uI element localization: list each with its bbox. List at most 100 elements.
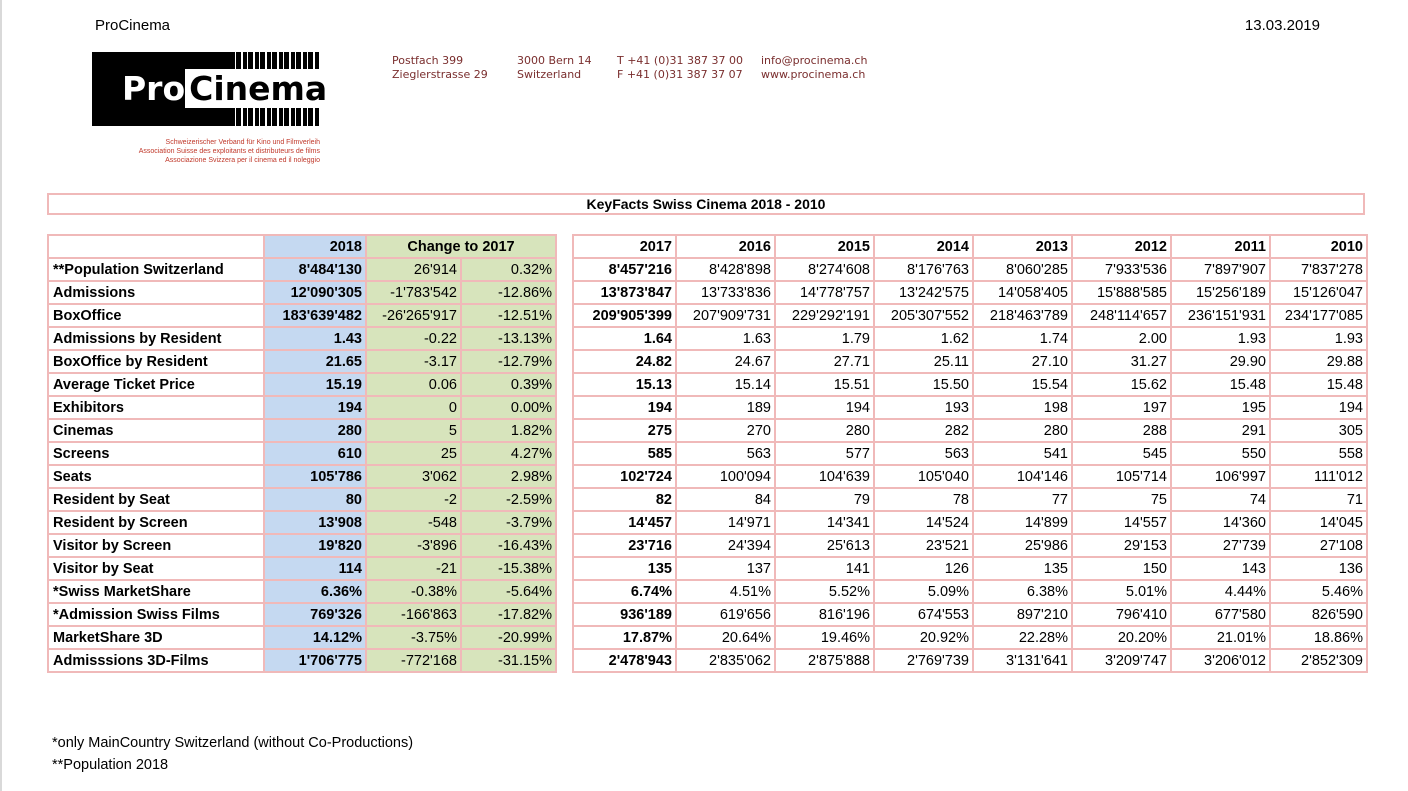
value-year: 1.74 (972, 326, 1073, 351)
value-year: 619'656 (675, 602, 776, 627)
value-2018: 610 (263, 441, 367, 466)
change-absolute: -26'265'917 (365, 303, 462, 328)
value-year: 207'909'731 (675, 303, 776, 328)
value-2018: 19'820 (263, 533, 367, 558)
value-2018: 769'326 (263, 602, 367, 627)
row-label: Resident by Seat (47, 487, 265, 512)
table-row: 14'457 14'971 14'341 14'524 14'899 14'557 14'3… (572, 510, 1368, 535)
table-row: 1.64 1.63 1.79 1.62 1.74 2.00 1.93 1.93 (572, 326, 1368, 351)
value-year: 136 (1269, 556, 1368, 581)
value-year: 20.92% (873, 625, 974, 650)
row-label: Average Ticket Price (47, 372, 265, 397)
page-edge (0, 0, 2, 791)
value-2018: 114 (263, 556, 367, 581)
row-label: BoxOffice (47, 303, 265, 328)
value-year: 305 (1269, 418, 1368, 443)
table-row: Average Ticket Price 15.19 0.06 0.39% (47, 372, 557, 397)
table-row: 209'905'399 207'909'731 229'292'191 205'307… (572, 303, 1368, 328)
value-year: 291 (1170, 418, 1271, 443)
value-year: 25.11 (873, 349, 974, 374)
row-label: *Admission Swiss Films (47, 602, 265, 627)
header-label-cell (47, 234, 265, 259)
table-row: Visitor by Screen 19'820 -3'896 -16.43% (47, 533, 557, 558)
value-year: 126 (873, 556, 974, 581)
value-year: 197 (1071, 395, 1172, 420)
table-row: 102'724 100'094 104'639 105'040 104'146 105'7… (572, 464, 1368, 489)
table-row: 13'873'847 13'733'836 14'778'757 13'242'575… (572, 280, 1368, 305)
change-absolute: -3.17 (365, 349, 462, 374)
table-row: 194 189 194 193 198 197 195 194 (572, 395, 1368, 420)
value-year: 8'457'216 (572, 257, 677, 282)
value-year: 20.20% (1071, 625, 1172, 650)
table-row: 82 84 79 78 77 75 74 71 (572, 487, 1368, 512)
address-city: 3000 Bern 14 Switzerland (517, 54, 592, 81)
value-year: 27.71 (774, 349, 875, 374)
change-absolute: -3'896 (365, 533, 462, 558)
table-row: 2'478'943 2'835'062 2'875'888 2'769'739 3'13… (572, 648, 1368, 673)
change-percent: -20.99% (460, 625, 557, 650)
value-year: 22.28% (972, 625, 1073, 650)
value-2018: 13'908 (263, 510, 367, 535)
value-year: 135 (572, 556, 677, 581)
value-year: 104'639 (774, 464, 875, 489)
value-year: 2'835'062 (675, 648, 776, 673)
change-percent: 0.00% (460, 395, 557, 420)
change-absolute: -772'168 (365, 648, 462, 673)
table-row: 15.13 15.14 15.51 15.50 15.54 15.62 15.48 15.48 (572, 372, 1368, 397)
value-year: 15.48 (1269, 372, 1368, 397)
value-year: 29'153 (1071, 533, 1172, 558)
table-row: 585 563 577 563 541 545 550 558 (572, 441, 1368, 466)
value-year: 282 (873, 418, 974, 443)
value-2018: 14.12% (263, 625, 367, 650)
value-year: 5.52% (774, 579, 875, 604)
header-year: 2015 (774, 234, 875, 259)
value-year: 275 (572, 418, 677, 443)
value-year: 5.01% (1071, 579, 1172, 604)
value-year: 3'209'747 (1071, 648, 1172, 673)
value-year: 577 (774, 441, 875, 466)
table-row: Exhibitors 194 0 0.00% (47, 395, 557, 420)
value-year: 936'189 (572, 602, 677, 627)
footnote-population: **Population 2018 (52, 757, 169, 773)
value-year: 1.62 (873, 326, 974, 351)
table-row: Admissions by Resident 1.43 -0.22 -13.13% (47, 326, 557, 351)
value-year: 195 (1170, 395, 1271, 420)
value-year: 209'905'399 (572, 303, 677, 328)
value-2018: 183'639'482 (263, 303, 367, 328)
header-year: 2013 (972, 234, 1073, 259)
address-web: info@procinema.ch www.procinema.ch (761, 54, 868, 81)
header-change: Change to 2017 (365, 234, 557, 259)
value-year: 2'769'739 (873, 648, 974, 673)
table-row: *Swiss MarketShare 6.36% -0.38% -5.64% (47, 579, 557, 604)
row-label: Resident by Screen (47, 510, 265, 535)
value-2018: 1'706'775 (263, 648, 367, 673)
value-year: 150 (1071, 556, 1172, 581)
row-label: Admissions by Resident (47, 326, 265, 351)
value-year: 15.62 (1071, 372, 1172, 397)
change-absolute: -0.38% (365, 579, 462, 604)
value-year: 105'714 (1071, 464, 1172, 489)
value-2018: 15.19 (263, 372, 367, 397)
value-year: 15.54 (972, 372, 1073, 397)
change-percent: -31.15% (460, 648, 557, 673)
footnote-swiss-films: *only MainCountry Switzerland (without C… (52, 735, 414, 751)
value-year: 15.51 (774, 372, 875, 397)
table-row: 23'716 24'394 25'613 23'521 25'986 29'153 27'7… (572, 533, 1368, 558)
row-label: BoxOffice by Resident (47, 349, 265, 374)
value-year: 15'256'189 (1170, 280, 1271, 305)
value-year: 24'394 (675, 533, 776, 558)
value-year: 105'040 (873, 464, 974, 489)
header-year: 2017 (572, 234, 677, 259)
value-year: 15.14 (675, 372, 776, 397)
value-year: 25'613 (774, 533, 875, 558)
value-year: 14'778'757 (774, 280, 875, 305)
value-year: 82 (572, 487, 677, 512)
change-percent: -15.38% (460, 556, 557, 581)
value-year: 897'210 (972, 602, 1073, 627)
value-year: 18.86% (1269, 625, 1368, 650)
value-year: 23'716 (572, 533, 677, 558)
header-year: 2011 (1170, 234, 1271, 259)
change-absolute: 0.06 (365, 372, 462, 397)
value-year: 14'524 (873, 510, 974, 535)
value-year: 14'341 (774, 510, 875, 535)
